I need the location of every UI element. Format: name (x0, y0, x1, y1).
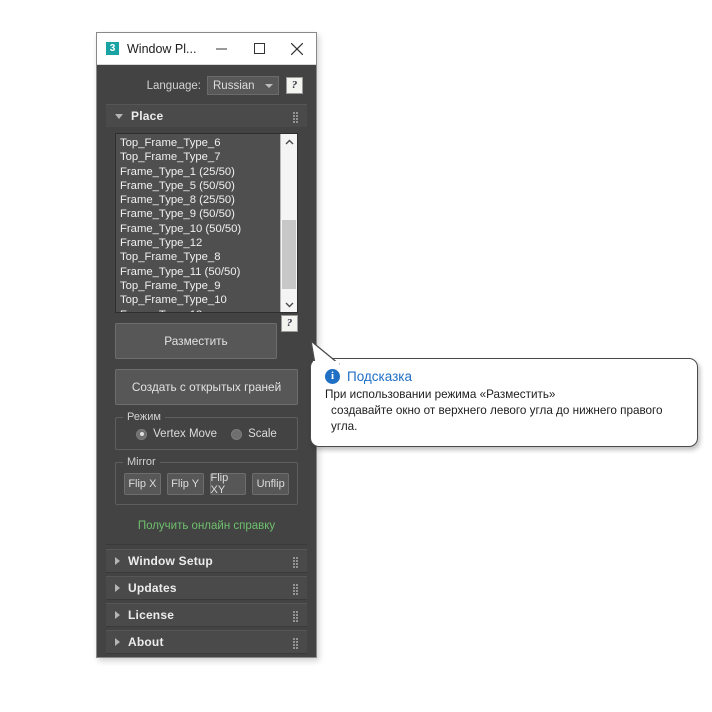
rollout-updates-title: Updates (128, 581, 177, 595)
grip-icon (293, 638, 299, 649)
language-value: Russian (213, 79, 255, 92)
tooltip-header: i Подсказка (325, 369, 683, 384)
rollout-place-content: Top_Frame_Type_6 Top_Frame_Type_7 Frame_… (106, 127, 307, 544)
window-title: Window Pl... (127, 41, 197, 56)
chevron-down-icon (115, 113, 123, 119)
rollout-updates: Updates (106, 576, 307, 600)
chevron-down-icon (265, 83, 273, 88)
mirror-group-label: Mirror (123, 456, 160, 468)
grip-icon (293, 112, 299, 123)
list-item[interactable]: Top_Frame_Type_7 (120, 150, 280, 164)
rollout-license: License (106, 603, 307, 627)
mirror-buttons: Flip X Flip Y Flip XY Unflip (124, 472, 289, 496)
grip-icon (293, 611, 299, 622)
language-label: Language: (146, 79, 201, 92)
rollout-window-setup-title: Window Setup (128, 554, 213, 568)
chevron-right-icon (115, 557, 120, 565)
list-item[interactable]: Frame_Type_5 (50/50) (120, 179, 280, 193)
list-item[interactable]: Top_Frame_Type_10 (120, 293, 280, 307)
grip-icon (293, 584, 299, 595)
online-help-link[interactable]: Получить онлайн справку (115, 520, 298, 532)
rollout-place: Place Top_Frame_Type_6 Top_Frame_Type_7 … (106, 104, 307, 545)
rollout-window-setup-header[interactable]: Window Setup (106, 550, 307, 572)
rollout-place-header[interactable]: Place (106, 105, 307, 127)
list-item[interactable]: Frame_Type_1 (25/50) (120, 165, 280, 179)
language-dropdown[interactable]: Russian (207, 76, 279, 95)
scrollbar-thumb[interactable] (282, 220, 296, 289)
grip-icon (293, 557, 299, 568)
language-row: Language: Russian ? (97, 65, 316, 104)
panel-body: Language: Russian ? Place Top_Frame_Type… (97, 65, 316, 657)
scroll-up-icon[interactable] (281, 134, 297, 150)
place-button[interactable]: Разместить (115, 323, 277, 359)
rollout-window-setup: Window Setup (106, 549, 307, 573)
list-item[interactable]: Frame_Type_13 (120, 308, 280, 312)
mode-group-label: Режим (123, 411, 165, 423)
list-item[interactable]: Top_Frame_Type_9 (120, 279, 280, 293)
tooltip-title: Подсказка (347, 369, 413, 384)
rollout-license-header[interactable]: License (106, 604, 307, 626)
tooltip-line-2: создавайте окно от верхнего левого угла … (331, 404, 663, 433)
language-help-button[interactable]: ? (286, 77, 303, 94)
list-item[interactable]: Frame_Type_8 (25/50) (120, 193, 280, 207)
flip-xy-button[interactable]: Flip XY (209, 472, 247, 496)
place-help-button[interactable]: ? (281, 315, 298, 332)
chevron-right-icon (115, 584, 120, 592)
object-list[interactable]: Top_Frame_Type_6 Top_Frame_Type_7 Frame_… (116, 134, 280, 312)
radio-scale[interactable]: Scale (231, 428, 277, 440)
minimize-button[interactable] (202, 33, 240, 64)
rollout-updates-header[interactable]: Updates (106, 577, 307, 599)
rollout-about: About (106, 630, 307, 654)
chevron-right-icon (115, 638, 120, 646)
mirror-groupbox: Mirror Flip X Flip Y Flip XY Unflip (115, 456, 298, 505)
list-item[interactable]: Frame_Type_11 (50/50) (120, 265, 280, 279)
object-listbox[interactable]: Top_Frame_Type_6 Top_Frame_Type_7 Frame_… (115, 133, 298, 313)
radio-icon (231, 428, 243, 440)
list-scrollbar[interactable] (280, 134, 297, 312)
radio-vertex-move[interactable]: Vertex Move (136, 428, 217, 440)
mode-options: Vertex Move Scale (124, 428, 289, 440)
rollout-place-title: Place (131, 109, 164, 123)
list-item[interactable]: Top_Frame_Type_8 (120, 250, 280, 264)
rollout-license-title: License (128, 608, 175, 622)
scroll-down-icon[interactable] (281, 296, 297, 312)
plugin-window: 3 Window Pl... Language: Russian ? Place (96, 32, 317, 658)
radio-icon (136, 428, 148, 440)
radio-scale-label: Scale (248, 428, 277, 440)
radio-vertex-move-label: Vertex Move (153, 428, 218, 440)
flip-y-button[interactable]: Flip Y (166, 473, 204, 495)
flip-x-button[interactable]: Flip X (124, 473, 161, 495)
tooltip-popup: i Подсказка При использовании режима «Ра… (310, 340, 698, 447)
tooltip-pointer (310, 340, 340, 366)
list-item[interactable]: Frame_Type_12 (120, 236, 280, 250)
mode-groupbox: Режим Vertex Move Scale (115, 411, 298, 450)
chevron-right-icon (115, 611, 120, 619)
app-icon: 3 (106, 42, 119, 55)
list-item[interactable]: Frame_Type_9 (50/50) (120, 207, 280, 221)
info-icon: i (325, 369, 340, 384)
list-item[interactable]: Top_Frame_Type_6 (120, 136, 280, 150)
maximize-button[interactable] (240, 33, 278, 64)
title-bar: 3 Window Pl... (97, 33, 316, 65)
scrollbar-track[interactable] (281, 150, 297, 296)
rollout-about-title: About (128, 635, 164, 649)
rollout-about-header[interactable]: About (106, 631, 307, 653)
unflip-button[interactable]: Unflip (252, 473, 289, 495)
place-button-row: Разместить ? (115, 315, 298, 359)
close-button[interactable] (278, 33, 316, 64)
tooltip-line-1: При использовании режима «Разместить» (325, 388, 556, 401)
list-item[interactable]: Frame_Type_10 (50/50) (120, 222, 280, 236)
create-from-open-faces-button[interactable]: Создать с открытых граней (115, 369, 298, 405)
